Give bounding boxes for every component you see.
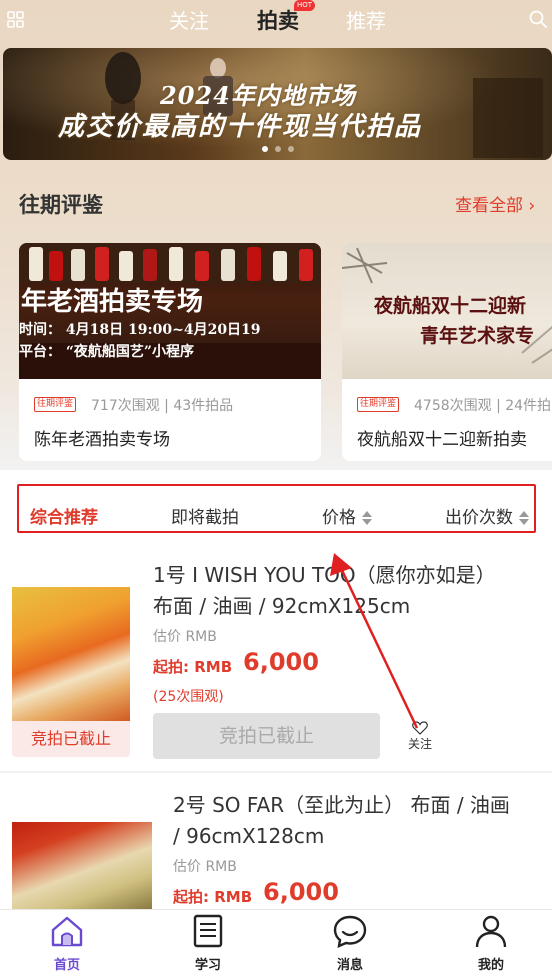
estimate-label: 估价 RMB [153,629,217,645]
follow-button[interactable]: 关注 [408,721,432,752]
review-card[interactable]: 夜航船双十二迎新 青年艺术家专 往期评鉴 4758次围观 | 24件拍 夜航船双… [342,243,552,461]
listing-title[interactable]: 2号 SO FAR（至此为止） 布面 / 油画 [173,789,510,821]
section-title: 往期评鉴 [19,193,103,217]
past-review-tag: 往期评鉴 [357,397,400,412]
tabbar-study[interactable]: 学习 [168,914,248,973]
card-name: 夜航船双十二迎新拍卖 [357,430,527,450]
card-image-title: 年老酒拍卖专场 [21,287,204,317]
tab-recommend[interactable]: 推荐 [346,5,386,34]
chevron-right-icon: › [523,196,536,216]
starting-price-label: 起拍: RMB [153,658,233,676]
tabbar-label: 学习 [194,958,221,973]
filter-bid-count[interactable]: 出价次数 [445,503,529,528]
starting-price: 6,000 [263,878,339,906]
grid-menu-icon[interactable] [6,10,26,30]
divider [0,771,552,773]
follow-label: 关注 [408,737,433,751]
tabbar-messages[interactable]: 消息 [310,914,390,973]
estimate-label: 估价 RMB [173,859,237,875]
heart-icon [412,721,428,735]
user-icon [475,915,507,948]
banner-headline-2: 成交价最高的十件现当代拍品 [58,112,423,142]
card-image-title: 夜航船双十二迎新 [374,295,527,317]
tabbar-label: 消息 [336,958,363,973]
tabbar-home[interactable]: 首页 [27,914,107,973]
view-all-link[interactable]: 查看全部 › [455,191,535,216]
listing-title[interactable]: 1号 I WISH YOU TOO（愿你亦如是） [153,559,496,591]
carousel-dot-1[interactable] [262,146,268,152]
listing-title[interactable]: / 96cmX128cm [173,820,324,852]
filter-price[interactable]: 价格 [322,503,372,528]
artwork-thumbnail[interactable] [12,587,130,721]
card-image-subtitle: 青年艺术家专 [420,325,535,347]
view-count: (25次围观) [153,689,224,705]
card-stats: 717次围观 | 43件拍品 [91,398,234,414]
starting-price: 6,000 [243,648,319,676]
tab-follow[interactable]: 关注 [169,5,209,34]
filter-recommended[interactable]: 综合推荐 [30,503,98,528]
past-review-tag: 往期评鉴 [34,397,77,412]
filter-ending-soon[interactable]: 即将截拍 [171,503,239,528]
carousel-dot-3[interactable] [288,146,294,152]
tabbar-label: 首页 [53,958,80,973]
card-image: 夜航船双十二迎新 青年艺术家专 [342,243,552,379]
card-name: 陈年老酒拍卖专场 [34,430,170,450]
auction-ended-label: 竞拍已截止 [12,721,130,757]
tab-auction[interactable]: 拍卖 [257,5,299,35]
sort-icon [519,511,529,525]
chat-icon [333,915,367,948]
card-image: 年老酒拍卖专场 时间： 4月18日 19:00~4月20日19 平台： “夜航船… [19,243,321,379]
hot-badge: HOT [294,0,316,11]
auction-ended-button[interactable]: 竞拍已截止 [153,713,380,759]
starting-price-label: 起拍: RMB [173,888,253,906]
top-nav: 关注 拍卖 HOT 推荐 [0,0,552,42]
carousel-dot-2[interactable] [275,146,281,152]
listing-title[interactable]: 布面 / 油画 / 92cmX125cm [153,590,410,622]
tabbar-profile[interactable]: 我的 [451,914,531,973]
artwork-thumbnail[interactable] [12,822,152,909]
search-icon[interactable] [528,9,548,29]
card-image-line: 平台： “夜航船国艺”小程序 [19,344,194,360]
home-icon [51,916,83,947]
card-image-line: 时间： 4月18日 19:00~4月20日19 [19,322,261,338]
tabbar-label: 我的 [477,958,504,973]
book-icon [193,914,223,948]
sort-icon [362,511,372,525]
review-card[interactable]: 年老酒拍卖专场 时间： 4月18日 19:00~4月20日19 平台： “夜航船… [19,243,321,461]
card-stats: 4758次围观 | 24件拍 [414,398,552,414]
